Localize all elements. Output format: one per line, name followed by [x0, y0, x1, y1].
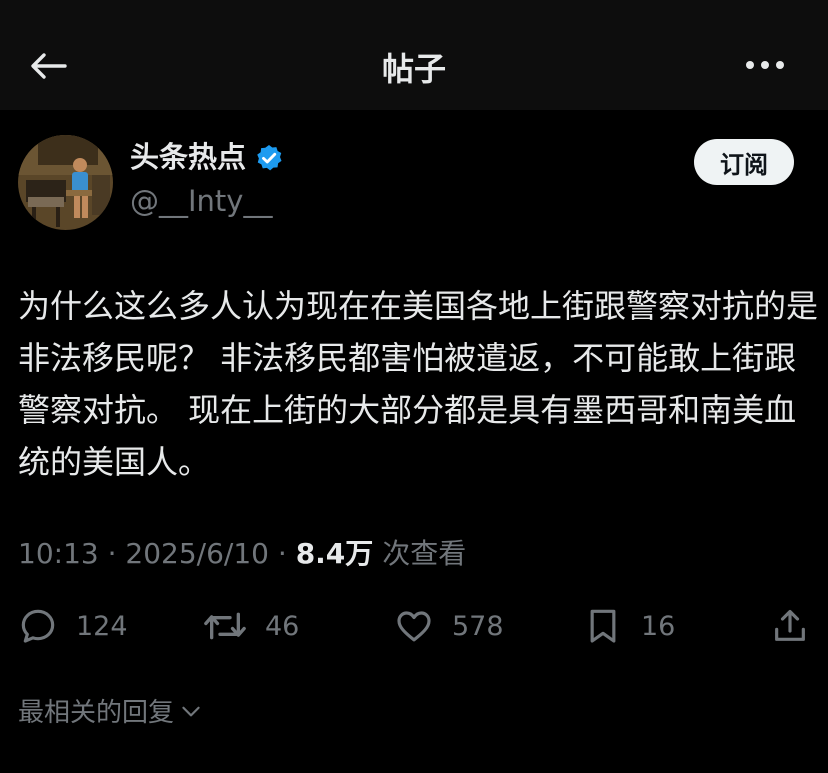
- like-button[interactable]: 578: [394, 600, 504, 652]
- post-date: 2025/6/10: [125, 537, 269, 570]
- bookmark-icon: [590, 609, 616, 643]
- post-time: 10:13: [18, 537, 99, 570]
- reply-icon: [21, 609, 55, 643]
- chevron-down-icon: [182, 706, 200, 716]
- share-button[interactable]: [770, 600, 810, 652]
- replies-sort-label: 最相关的回复: [18, 698, 175, 728]
- subscribe-button[interactable]: 订阅: [694, 139, 794, 185]
- verified-badge-icon: [254, 143, 284, 173]
- more-options-button[interactable]: [742, 50, 788, 80]
- reply-count: 124: [76, 610, 128, 642]
- avatar-photo: [18, 135, 113, 230]
- repost-count: 46: [265, 610, 300, 642]
- meta-separator: ·: [98, 537, 126, 570]
- like-count: 578: [452, 610, 504, 642]
- reply-button[interactable]: 124: [18, 600, 128, 652]
- action-bar: 124 46 578 16: [0, 600, 828, 652]
- post-text: 为什么这么多人认为现在在美国各地上街跟警察对抗的是非法移民呢？ 非法移民都害怕被…: [18, 287, 819, 481]
- meta-separator: ·: [268, 537, 296, 570]
- replies-sort-dropdown[interactable]: 最相关的回复: [18, 692, 204, 729]
- page-title: 帖子: [381, 50, 446, 88]
- post-meta: 10:13 · 2025/6/10 · 8.4万 次查看: [18, 532, 466, 572]
- repost-icon: [204, 612, 246, 640]
- author-name[interactable]: 头条热点: [130, 140, 284, 174]
- views-count[interactable]: 8.4万: [296, 537, 374, 570]
- author-display-name: 头条热点: [130, 140, 247, 174]
- repost-button[interactable]: 46: [203, 600, 299, 652]
- more-horizontal-icon: [746, 61, 784, 69]
- bookmark-count: 16: [641, 610, 676, 642]
- share-icon: [775, 609, 805, 641]
- avatar[interactable]: [18, 135, 113, 230]
- top-bar: 帖子: [0, 0, 828, 110]
- views-label: 次查看: [382, 537, 467, 570]
- heart-icon: [397, 611, 431, 642]
- bookmark-button[interactable]: 16: [583, 600, 675, 652]
- author-handle[interactable]: @__Inty__: [130, 184, 272, 218]
